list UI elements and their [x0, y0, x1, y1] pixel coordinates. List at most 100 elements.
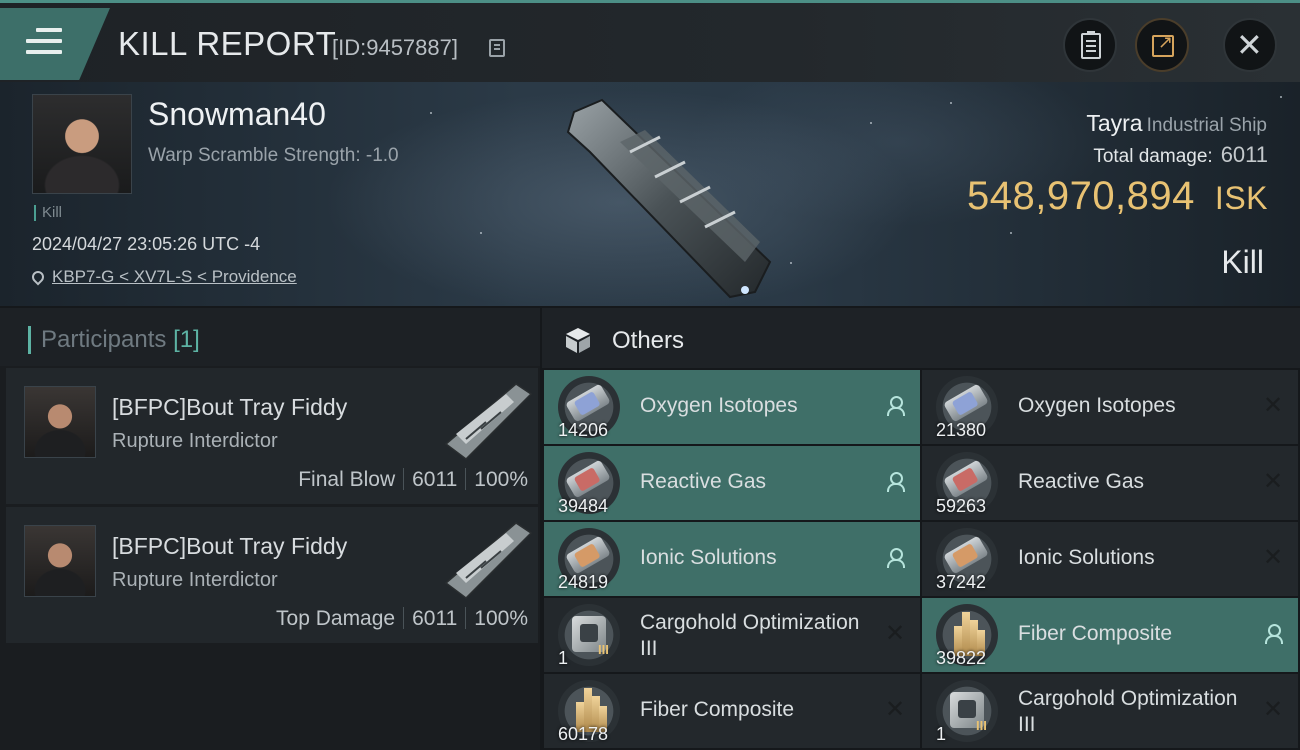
- item-name: Oxygen Isotopes: [640, 394, 798, 417]
- participant-row[interactable]: [BFPC]Bout Tray Fiddy Rupture Interdicto…: [6, 507, 538, 643]
- item-name: Ionic Solutions: [1018, 546, 1155, 569]
- isk-value: 548,970,894 ISK: [967, 174, 1268, 219]
- isk-amount: 548,970,894: [966, 174, 1195, 218]
- total-damage-value: 6011: [1220, 142, 1268, 167]
- dropped-person-icon: [884, 470, 906, 492]
- participant-ship-image: [444, 383, 533, 460]
- close-button[interactable]: ✕: [1223, 18, 1277, 72]
- item-row[interactable]: 39822 Fiber Composite: [922, 598, 1298, 672]
- share-icon: [1152, 32, 1174, 57]
- others-header: Others: [542, 308, 1300, 368]
- ship-name: Tayra: [1086, 110, 1143, 136]
- item-quantity: 1: [558, 648, 569, 668]
- clipboard-icon: [1081, 31, 1101, 59]
- victim-portrait[interactable]: [32, 94, 132, 194]
- item-quantity: 39484: [558, 496, 609, 516]
- clipboard-button[interactable]: [1063, 18, 1117, 72]
- destroyed-x-icon: [1262, 698, 1284, 720]
- item-quantity: 39822: [936, 648, 987, 668]
- item-row[interactable]: 24819 Ionic Solutions: [544, 522, 920, 596]
- participant-damage: 6011: [412, 468, 458, 491]
- participants-title: Participants [1]: [28, 326, 200, 354]
- item-row[interactable]: III 1 Cargohold Optimization III: [922, 674, 1298, 748]
- others-title: Others: [612, 327, 685, 354]
- destroyed-x-icon: [884, 622, 906, 644]
- share-button[interactable]: [1135, 18, 1189, 72]
- item-name: Reactive Gas: [1018, 470, 1145, 493]
- victim-name[interactable]: Snowman40: [148, 96, 326, 133]
- participant-ship-image: [444, 522, 533, 599]
- victim-summary: Snowman40 Warp Scramble Strength: -1.0 K…: [0, 82, 1300, 306]
- participant-avatar: [24, 525, 96, 597]
- menu-button[interactable]: [0, 8, 110, 80]
- item-quantity: 60178: [558, 724, 609, 744]
- participants-title-text: Participants: [41, 326, 167, 353]
- participant-percent: 100%: [474, 607, 528, 630]
- destroyed-x-icon: [1262, 394, 1284, 416]
- item-row[interactable]: 14206 Oxygen Isotopes: [544, 370, 920, 444]
- participant-percent: 100%: [474, 468, 528, 491]
- cube-icon: [566, 328, 590, 353]
- close-icon: ✕: [1236, 26, 1263, 64]
- item-row[interactable]: 39484 Reactive Gas: [544, 446, 920, 520]
- destroyed-x-icon: [1262, 470, 1284, 492]
- participants-header: Participants [1]: [0, 308, 540, 366]
- participant-name: [BFPC]Bout Tray Fiddy: [112, 533, 348, 559]
- item-name: Reactive Gas: [640, 470, 767, 493]
- item-name: Cargohold Optimization III: [1018, 687, 1238, 736]
- isk-unit: ISK: [1214, 180, 1268, 216]
- ship-class: Industrial Ship: [1146, 115, 1267, 136]
- participant-avatar: [24, 386, 96, 458]
- participants-panel: Participants [1] [BFPC]Bout Tray Fiddy R…: [0, 308, 540, 750]
- item-row[interactable]: 21380 Oxygen Isotopes: [922, 370, 1298, 444]
- copy-icon[interactable]: [489, 39, 505, 57]
- item-name: Fiber Composite: [640, 698, 795, 721]
- item-quantity: 59263: [936, 496, 987, 516]
- item-name: Cargohold Optimization III: [640, 611, 860, 660]
- item-quantity: 21380: [936, 420, 987, 440]
- participant-stats: Top Damage 6011 100%: [276, 607, 528, 631]
- victim-ship[interactable]: Tayra Industrial Ship: [1086, 110, 1267, 137]
- tech-tier-label: III: [598, 642, 609, 657]
- total-damage: Total damage: 6011: [1093, 142, 1268, 168]
- participants-count: [1]: [173, 326, 200, 353]
- participant-stats: Final Blow 6011 100%: [298, 468, 528, 492]
- hamburger-icon: [26, 28, 62, 58]
- item-quantity: 14206: [558, 420, 609, 440]
- warp-scramble-strength: Warp Scramble Strength: -1.0: [148, 145, 399, 166]
- item-row[interactable]: 60178 Fiber Composite: [544, 674, 920, 748]
- kill-type-tag: Kill: [34, 205, 62, 221]
- item-row[interactable]: III 1 Cargohold Optimization III: [544, 598, 920, 672]
- page-title: KILL REPORT: [118, 25, 337, 62]
- dropped-person-icon: [1262, 622, 1284, 644]
- item-quantity: 1: [936, 724, 947, 744]
- participant-role: Final Blow: [298, 468, 396, 491]
- participant-ship: Rupture Interdictor: [112, 430, 278, 452]
- result-label: Kill: [1221, 244, 1264, 280]
- item-row[interactable]: 37242 Ionic Solutions: [922, 522, 1298, 596]
- others-panel: Others 14206 Oxygen Isotopes 21380 Oxygen I…: [542, 308, 1300, 750]
- report-id: [ID:9457887]: [332, 35, 458, 60]
- item-name: Oxygen Isotopes: [1018, 394, 1176, 417]
- item-name: Ionic Solutions: [640, 546, 777, 569]
- participant-row[interactable]: [BFPC]Bout Tray Fiddy Rupture Interdicto…: [6, 368, 538, 504]
- participant-ship: Rupture Interdictor: [112, 569, 278, 591]
- kill-location-link[interactable]: KBP7-G < XV7L-S < Providence: [29, 267, 297, 287]
- participant-damage: 6011: [412, 607, 458, 630]
- participant-name: [BFPC]Bout Tray Fiddy: [112, 394, 348, 420]
- location-text: KBP7-G < XV7L-S < Providence: [52, 267, 297, 286]
- location-pin-icon: [29, 268, 47, 286]
- item-row[interactable]: 59263 Reactive Gas: [922, 446, 1298, 520]
- participant-role: Top Damage: [276, 607, 396, 630]
- dropped-person-icon: [884, 546, 906, 568]
- tech-tier-label: III: [976, 718, 987, 733]
- victim-ship-image[interactable]: [560, 92, 780, 302]
- total-damage-label: Total damage:: [1093, 146, 1213, 167]
- item-quantity: 24819: [558, 572, 609, 592]
- destroyed-x-icon: [884, 698, 906, 720]
- item-name: Fiber Composite: [1018, 622, 1173, 645]
- kill-report-header: KILL REPORT [ID:9457887] ✕: [0, 0, 1300, 82]
- dropped-person-icon: [884, 394, 906, 416]
- destroyed-x-icon: [1262, 546, 1284, 568]
- item-quantity: 37242: [936, 572, 987, 592]
